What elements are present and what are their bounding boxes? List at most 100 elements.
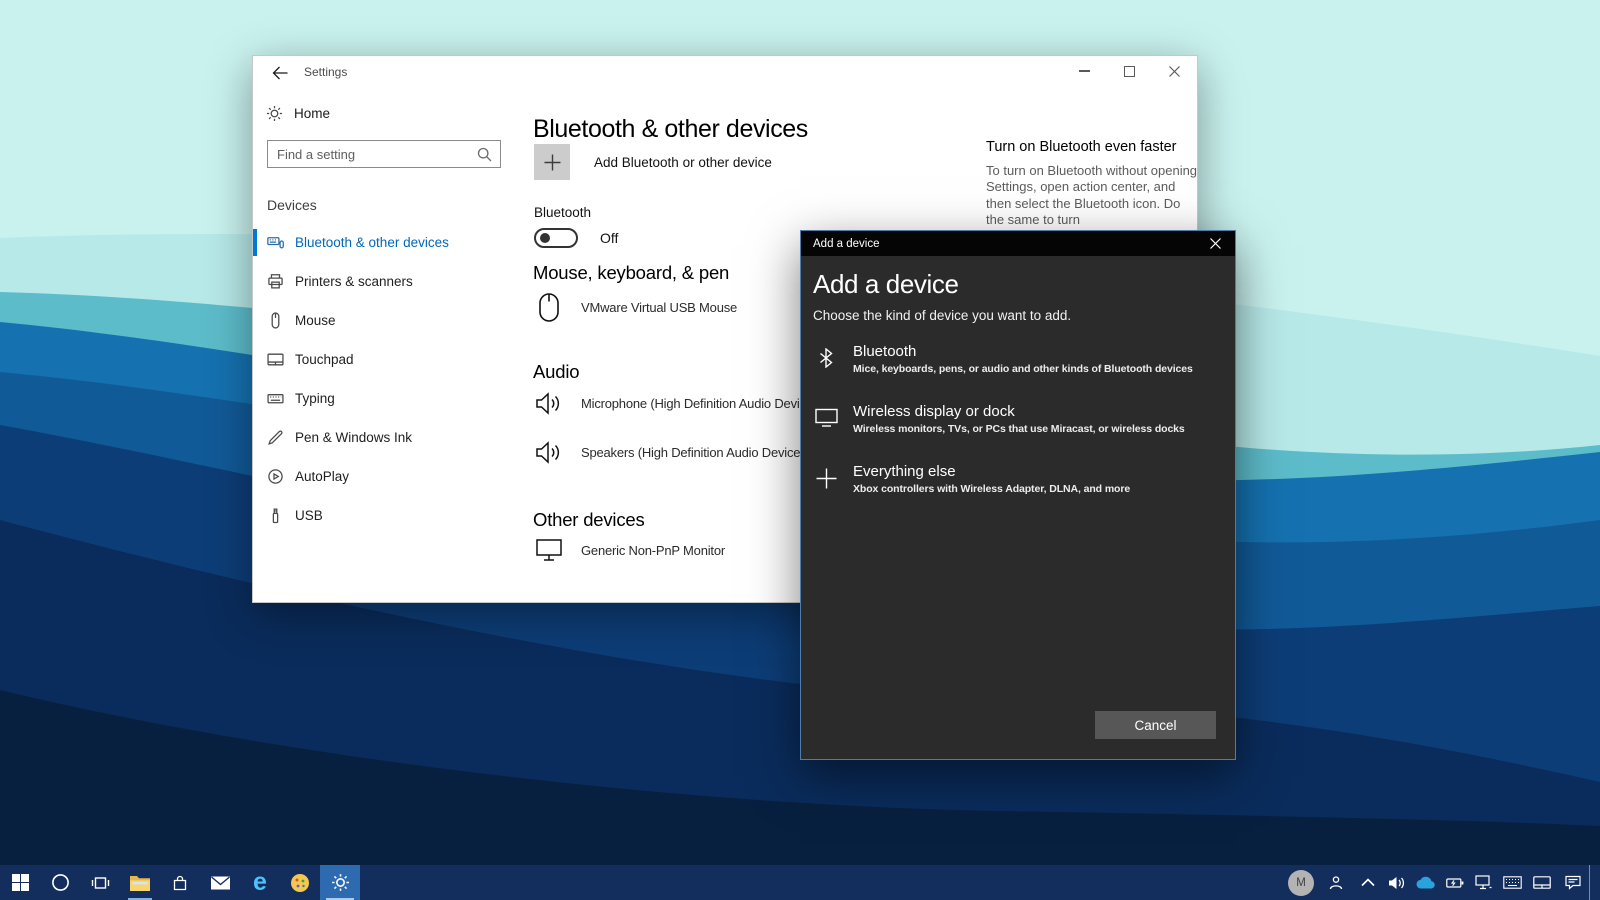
store-bag-icon	[171, 874, 189, 892]
dialog-subheading: Choose the kind of device you want to ad…	[813, 308, 1071, 323]
chevron-up-icon	[1361, 878, 1375, 887]
search-input[interactable]	[268, 147, 477, 162]
add-a-device-dialog: Add a device Add a device Choose the kin…	[800, 230, 1236, 760]
network-button[interactable]	[1469, 865, 1498, 900]
show-desktop-button[interactable]	[1589, 865, 1600, 900]
option-bluetooth[interactable]: Bluetooth Mice, keyboards, pens, or audi…	[813, 343, 1225, 391]
find-a-setting-searchbox[interactable]	[267, 140, 501, 168]
cortana-search-button[interactable]	[40, 865, 80, 900]
option-description: Xbox controllers with Wireless Adapter, …	[853, 483, 1130, 495]
sidebar-item-label: Typing	[295, 391, 335, 406]
close-icon	[1210, 238, 1221, 249]
related-settings-aside: Turn on Bluetooth even faster To turn on…	[986, 139, 1200, 229]
dialog-titlebar: Add a device	[801, 231, 1235, 256]
edge-button[interactable]: e	[240, 865, 280, 900]
add-bluetooth-device-button[interactable]: Add Bluetooth or other device	[534, 144, 772, 180]
desktop: Settings Home	[0, 0, 1600, 900]
back-button[interactable]	[265, 60, 295, 86]
close-button[interactable]	[1152, 56, 1197, 86]
sidebar-item-autoplay[interactable]: AutoPlay	[253, 457, 533, 496]
paint-app-button[interactable]	[280, 865, 320, 900]
sidebar-item-label: Printers & scanners	[295, 274, 413, 289]
mail-envelope-icon	[211, 876, 230, 890]
maximize-button[interactable]	[1107, 56, 1152, 86]
windows-logo-icon	[12, 874, 29, 891]
speaker-icon	[534, 392, 564, 415]
dialog-title: Add a device	[801, 238, 880, 250]
sidebar-item-mouse[interactable]: Mouse	[253, 301, 533, 340]
touchpad-tray-button[interactable]	[1527, 865, 1556, 900]
sidebar-item-label: Pen & Windows Ink	[295, 430, 412, 445]
action-center-icon	[1565, 875, 1581, 890]
action-center-button[interactable]	[1556, 865, 1589, 900]
option-description: Wireless monitors, TVs, or PCs that use …	[853, 423, 1185, 435]
plus-icon	[813, 463, 839, 511]
start-button[interactable]	[0, 865, 40, 900]
sidebar-item-bluetooth-other-devices[interactable]: Bluetooth & other devices	[253, 223, 533, 262]
device-row-generic-monitor[interactable]: Generic Non-PnP Monitor	[534, 539, 725, 561]
section-heading-other-devices: Other devices	[533, 509, 645, 531]
sidebar-item-pen-windows-ink[interactable]: Pen & Windows Ink	[253, 418, 533, 457]
device-name: Generic Non-PnP Monitor	[581, 543, 725, 558]
cancel-button[interactable]: Cancel	[1095, 711, 1216, 739]
task-view-icon	[91, 874, 110, 892]
autoplay-icon	[267, 468, 284, 485]
device-name: VMware Virtual USB Mouse	[581, 300, 737, 315]
sidebar-item-home[interactable]: Home	[266, 105, 330, 122]
battery-icon	[1446, 877, 1464, 889]
section-heading-mouse-keyboard-pen: Mouse, keyboard, & pen	[533, 262, 729, 284]
volume-icon	[1388, 876, 1406, 890]
people-button[interactable]	[1319, 865, 1353, 900]
device-row-vmware-mouse[interactable]: VMware Virtual USB Mouse	[534, 293, 737, 322]
sidebar-nav: Bluetooth & other devices Printers & sca…	[253, 223, 533, 535]
sidebar-item-typing[interactable]: Typing	[253, 379, 533, 418]
sidebar-item-touchpad[interactable]: Touchpad	[253, 340, 533, 379]
store-button[interactable]	[160, 865, 200, 900]
avatar: M	[1288, 870, 1314, 896]
settings-app-button[interactable]	[320, 865, 360, 900]
dialog-close-button[interactable]	[1195, 231, 1235, 256]
sidebar-item-usb[interactable]: USB	[253, 496, 533, 535]
onedrive-cloud-icon	[1416, 876, 1436, 889]
hidden-icons-button[interactable]	[1353, 865, 1382, 900]
devices-icon	[267, 234, 284, 251]
file-explorer-button[interactable]	[120, 865, 160, 900]
option-title: Wireless display or dock	[853, 403, 1185, 421]
add-device-label: Add Bluetooth or other device	[594, 155, 772, 170]
pen-icon	[267, 429, 284, 446]
option-everything-else[interactable]: Everything else Xbox controllers with Wi…	[813, 463, 1225, 511]
touchpad-icon	[267, 351, 284, 368]
keyboard-icon	[267, 390, 284, 407]
minimize-icon	[1079, 70, 1090, 71]
mail-button[interactable]	[200, 865, 240, 900]
task-view-button[interactable]	[80, 865, 120, 900]
paint-cookie-icon	[290, 873, 310, 893]
folder-icon	[130, 875, 150, 891]
option-title: Bluetooth	[853, 343, 1193, 361]
sidebar-item-label: AutoPlay	[295, 469, 349, 484]
window-title: Settings	[304, 65, 347, 79]
aside-body: To turn on Bluetooth without opening Set…	[986, 163, 1200, 229]
sidebar-item-printers-scanners[interactable]: Printers & scanners	[253, 262, 533, 301]
edge-icon: e	[253, 870, 267, 895]
onedrive-button[interactable]	[1411, 865, 1440, 900]
option-title: Everything else	[853, 463, 1130, 481]
volume-button[interactable]	[1382, 865, 1411, 900]
minimize-button[interactable]	[1062, 56, 1107, 86]
bluetooth-toggle[interactable]: Off	[534, 228, 618, 248]
option-description: Mice, keyboards, pens, or audio and othe…	[853, 363, 1193, 375]
option-wireless-display-or-dock[interactable]: Wireless display or dock Wireless monito…	[813, 403, 1225, 451]
toggle-state-label: Off	[600, 230, 618, 246]
sidebar-item-label: Bluetooth & other devices	[295, 235, 449, 250]
device-row-speakers[interactable]: Speakers (High Definition Audio Device)	[534, 441, 804, 464]
maximize-icon	[1124, 66, 1135, 77]
taskbar: e M	[0, 865, 1600, 900]
user-avatar-button[interactable]: M	[1283, 865, 1319, 900]
power-button[interactable]	[1440, 865, 1469, 900]
printer-icon	[267, 273, 284, 290]
search-circle-icon	[51, 873, 70, 892]
touch-keyboard-button[interactable]	[1498, 865, 1527, 900]
touchpad-icon	[1533, 876, 1551, 889]
sidebar-item-label: USB	[295, 508, 323, 523]
device-row-microphone[interactable]: Microphone (High Definition Audio Device…	[534, 392, 817, 415]
